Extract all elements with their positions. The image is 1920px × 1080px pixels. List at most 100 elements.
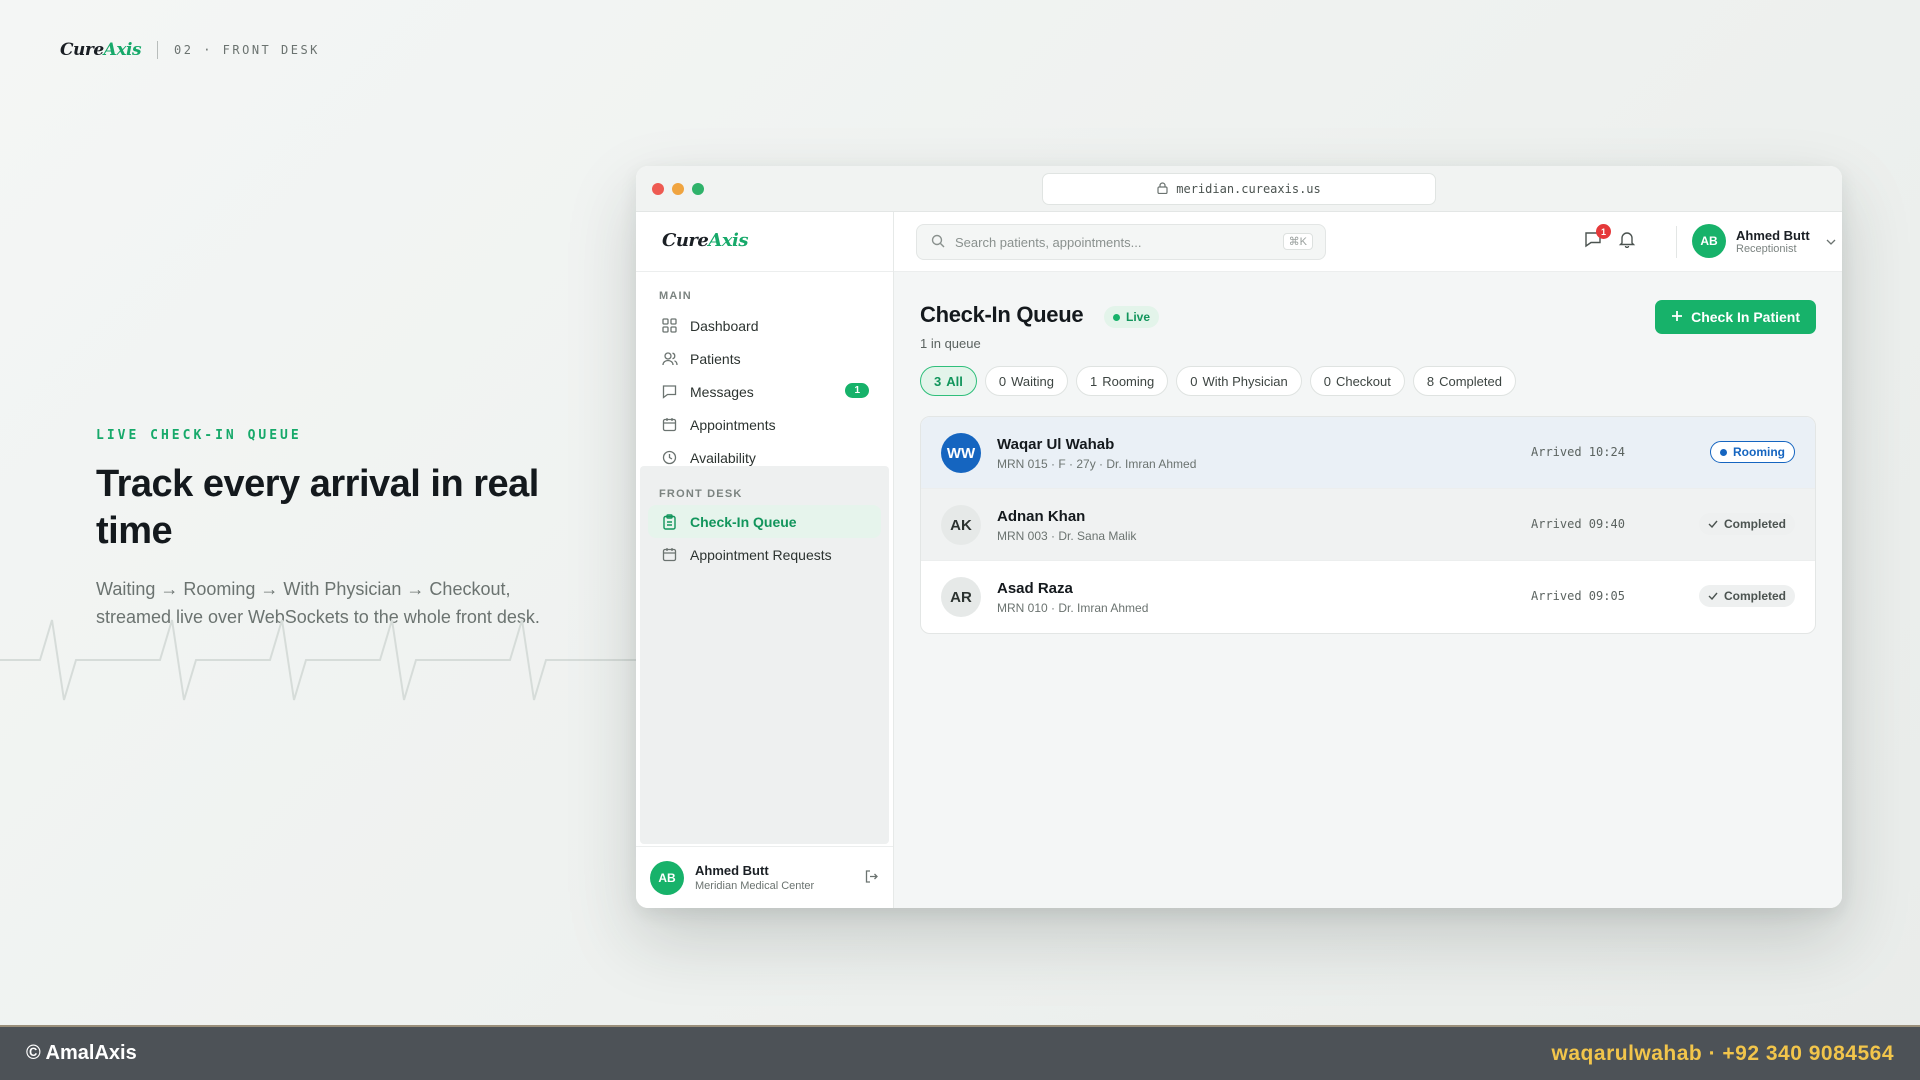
window-controls (652, 183, 704, 195)
user-menu[interactable]: AB Ahmed Butt Receptionist (1692, 224, 1836, 258)
minimize-window-button[interactable] (672, 183, 684, 195)
lock-icon (1157, 181, 1168, 197)
sidebar-user: AB Ahmed Butt Meridian Medical Center (636, 846, 893, 908)
sidebar: CureAxis MAIN Dashboard Patients Message… (636, 212, 894, 908)
queue-row[interactable]: AK Adnan Khan MRN 003 · Dr. Sana Malik A… (921, 489, 1815, 561)
live-badge: Live (1104, 306, 1160, 328)
maximize-window-button[interactable] (692, 183, 704, 195)
brand-logo: CureAxis (60, 40, 142, 60)
clock-icon (661, 449, 678, 466)
close-window-button[interactable] (652, 183, 664, 195)
check-in-patient-button[interactable]: Check In Patient (1655, 300, 1816, 334)
patient-name: Asad Raza (997, 580, 1073, 597)
status-dot-icon (1720, 448, 1727, 456)
status-badge[interactable]: Rooming (1710, 441, 1795, 463)
logout-icon[interactable] (864, 869, 879, 889)
sidebar-item-messages[interactable]: Messages 1 (648, 375, 881, 408)
browser-titlebar: meridian.cureaxis.us (636, 166, 1842, 212)
patient-meta: MRN 015 · F · 27y · Dr. Imran Ahmed (997, 457, 1197, 471)
url-bar[interactable]: meridian.cureaxis.us (1042, 173, 1436, 205)
filter-waiting[interactable]: 0 Waiting (984, 366, 1068, 396)
patient-name: Waqar Ul Wahab (997, 436, 1115, 453)
check-icon (1708, 517, 1718, 531)
sidebar-item-label: Patients (690, 350, 741, 367)
section-label: 02 · FRONT DESK (174, 43, 320, 57)
user-org: Meridian Medical Center (695, 880, 815, 892)
avatar: AB (650, 860, 684, 895)
app-window: meridian.cureaxis.us CureAxis MAIN Dashb… (636, 166, 1842, 908)
messages-icon[interactable]: 1 (1584, 224, 1611, 253)
heartbeat-decoration (0, 619, 640, 701)
divider (1676, 226, 1677, 258)
status-badge: Completed (1698, 585, 1795, 607)
arrival-time: Arrived 09:40 (1531, 517, 1625, 531)
user-name: Ahmed Butt (695, 863, 769, 878)
live-dot-icon (1113, 313, 1120, 321)
nav-group-front-desk: FRONT DESK (659, 488, 743, 500)
sidebar-item-label: Check-In Queue (690, 513, 797, 530)
avatar: AB (1692, 224, 1726, 258)
search-placeholder: Search patients, appointments... (955, 234, 1142, 250)
url-text: meridian.cureaxis.us (1176, 182, 1321, 196)
status-filters: 3 All 0 Waiting 1 Rooming 0 With Physician 0… (920, 366, 1516, 396)
filter-completed[interactable]: 8 Completed (1412, 366, 1516, 396)
contact-info: waqarulwahab · +92 340 9084564 (1551, 1041, 1894, 1065)
sidebar-item-patients[interactable]: Patients (648, 342, 881, 375)
arrival-time: Arrived 10:24 (1531, 445, 1625, 459)
patient-meta: MRN 010 · Dr. Imran Ahmed (997, 601, 1149, 615)
sidebar-item-availability[interactable]: Availability (648, 441, 881, 474)
hero-headline: Track every arrival in real time (96, 463, 539, 552)
message-icon (661, 383, 678, 400)
avatar: AR (941, 577, 981, 617)
top-header: Search patients, appointments... ⌘K 1 AB… (894, 212, 1842, 272)
patient-name: Adnan Khan (997, 508, 1086, 525)
notification-badge: 1 (1596, 224, 1611, 239)
filter-with-physician[interactable]: 0 With Physician (1176, 366, 1302, 396)
search-input[interactable]: Search patients, appointments... ⌘K (916, 224, 1326, 260)
check-icon (1708, 589, 1718, 603)
avatar: AK (941, 505, 981, 545)
sidebar-item-check-in-queue[interactable]: Check-In Queue (648, 505, 881, 538)
user-name: Ahmed Butt (1736, 227, 1810, 243)
sidebar-item-label: Messages (690, 383, 754, 400)
filter-rooming[interactable]: 1 Rooming (1075, 366, 1169, 396)
status-badge: Completed (1698, 513, 1795, 535)
filter-all[interactable]: 3 All (920, 366, 977, 396)
divider (157, 41, 159, 59)
users-icon (661, 350, 678, 367)
sidebar-item-label: Appointments (690, 416, 776, 433)
sidebar-item-dashboard[interactable]: Dashboard (648, 309, 881, 342)
calendar-icon (661, 416, 678, 433)
sidebar-item-appointments[interactable]: Appointments (648, 408, 881, 441)
clipboard-icon (661, 513, 678, 530)
sidebar-item-label: Appointment Requests (690, 546, 832, 563)
bell-icon[interactable] (1618, 230, 1636, 253)
calendar-icon (661, 546, 678, 563)
messages-count-badge: 1 (845, 383, 869, 398)
queue-row[interactable]: AR Asad Raza MRN 010 · Dr. Imran Ahmed A… (921, 561, 1815, 633)
page-title: Check-In Queue (920, 302, 1084, 327)
copyright: © AmalAxis (26, 1042, 137, 1064)
grid-icon (661, 317, 678, 334)
search-icon (931, 234, 945, 251)
arrival-time: Arrived 09:05 (1531, 589, 1625, 603)
patient-queue-list: WW Waqar Ul Wahab MRN 015 · F · 27y · Dr… (920, 416, 1816, 634)
user-role: Receptionist (1736, 242, 1797, 255)
nav-group-main: MAIN (659, 290, 692, 302)
sidebar-item-label: Dashboard (690, 317, 759, 334)
top-brand: CureAxis 02 · FRONT DESK (60, 40, 320, 60)
patient-meta: MRN 003 · Dr. Sana Malik (997, 529, 1137, 543)
search-shortcut: ⌘K (1282, 233, 1313, 250)
avatar: WW (941, 433, 981, 473)
sidebar-brand[interactable]: CureAxis (636, 212, 893, 272)
footer-bar: © AmalAxis waqarulwahab · +92 340 908456… (0, 1025, 1920, 1080)
queue-row[interactable]: WW Waqar Ul Wahab MRN 015 · F · 27y · Dr… (921, 417, 1815, 489)
filter-checkout[interactable]: 0 Checkout (1309, 366, 1405, 396)
plus-icon (1671, 309, 1683, 325)
sidebar-item-appointment-requests[interactable]: Appointment Requests (648, 538, 881, 571)
hero-eyebrow: LIVE CHECK-IN QUEUE (96, 428, 302, 443)
brand-logo: CureAxis (662, 230, 749, 251)
sidebar-item-label: Availability (690, 449, 756, 466)
queue-count: 1 in queue (920, 336, 981, 351)
main-content: Check-In Queue Live 1 in queue Check In … (894, 272, 1842, 908)
